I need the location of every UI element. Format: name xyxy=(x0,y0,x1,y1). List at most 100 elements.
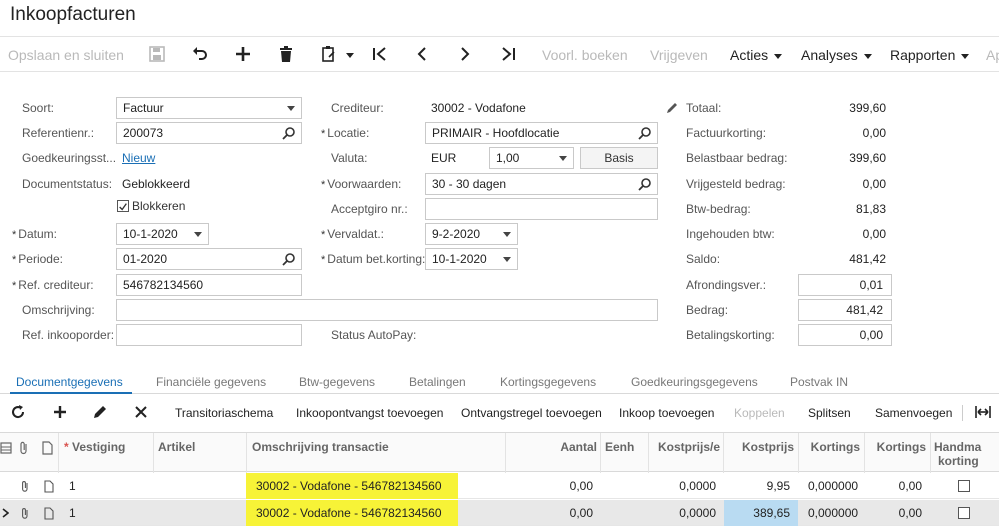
row-cost[interactable]: 389,65 xyxy=(724,506,790,520)
row-manual-discount-checkbox[interactable] xyxy=(958,480,970,492)
row-description[interactable]: 30002 - Vodafone - 546782134560 xyxy=(256,479,442,493)
row-discount-percent[interactable]: 0,000000 xyxy=(808,479,858,493)
actions-menu[interactable]: Acties xyxy=(730,47,783,63)
unit-cost-header[interactable]: Kostprijs/e xyxy=(650,440,720,454)
delete-icon[interactable] xyxy=(277,45,295,63)
manual-discount-header-1[interactable]: Handma xyxy=(934,440,981,454)
paste-icon[interactable] xyxy=(320,45,338,63)
row-description[interactable]: 30002 - Vodafone - 546782134560 xyxy=(256,506,442,520)
edit-pencil-icon[interactable] xyxy=(666,101,679,114)
add-po-button[interactable]: Inkoop toevoegen xyxy=(619,406,714,420)
payment-discount-field[interactable]: 0,00 xyxy=(798,324,892,346)
terms-label: * Voorwaarden: xyxy=(321,177,401,191)
tab-discount-details[interactable]: Kortingsgegevens xyxy=(500,375,596,389)
previous-record-icon[interactable] xyxy=(413,45,431,63)
discount-percent-header[interactable]: Kortings xyxy=(800,440,860,454)
uom-header[interactable]: Eenh xyxy=(605,440,634,454)
row-manual-discount-checkbox[interactable] xyxy=(958,507,970,519)
more-menu-cut[interactable]: Ap xyxy=(986,47,999,63)
block-checkbox[interactable] xyxy=(117,200,129,212)
manual-discount-header-2[interactable]: korting xyxy=(938,454,979,468)
reports-menu[interactable]: Rapporten xyxy=(890,47,970,63)
row-status-icon xyxy=(0,442,12,454)
last-record-icon[interactable] xyxy=(499,45,517,63)
paste-dropdown-icon[interactable] xyxy=(346,53,354,58)
search-icon[interactable] xyxy=(282,126,296,140)
rate-select[interactable]: 1,00 xyxy=(489,147,574,169)
next-record-icon[interactable] xyxy=(456,45,474,63)
rounding-field[interactable]: 0,01 xyxy=(798,274,892,296)
table-row-selected[interactable]: 1 30002 - Vodafone - 546782134560 0,00 0… xyxy=(0,500,999,526)
preview-book-button[interactable]: Voorl. boeken xyxy=(542,47,628,63)
reference-field[interactable]: 200073 xyxy=(116,122,302,144)
merge-button[interactable]: Samenvoegen xyxy=(875,406,952,420)
quantity-header[interactable]: Aantal xyxy=(505,440,597,454)
row-unit-cost[interactable]: 0,0000 xyxy=(650,506,716,520)
tab-payments[interactable]: Betalingen xyxy=(409,375,466,389)
location-field[interactable]: PRIMAIR - Hoofdlocatie xyxy=(425,122,658,144)
row-cost[interactable]: 9,95 xyxy=(724,479,790,493)
vendor-ref-field[interactable]: 546782134560 xyxy=(116,274,302,296)
row-discount-percent[interactable]: 0,000000 xyxy=(808,506,858,520)
due-date-field[interactable]: 9-2-2020 xyxy=(425,223,518,245)
basis-button[interactable]: Basis xyxy=(580,147,658,169)
row-quantity[interactable]: 0,00 xyxy=(505,479,593,493)
date-field[interactable]: 10-1-2020 xyxy=(116,223,209,245)
period-field[interactable]: 01-2020 xyxy=(116,248,302,270)
release-button[interactable]: Vrijgeven xyxy=(650,47,708,63)
tab-vat-details[interactable]: Btw-gegevens xyxy=(299,375,375,389)
edit-icon[interactable] xyxy=(92,404,108,420)
cost-header[interactable]: Kostprijs xyxy=(724,440,794,454)
search-icon[interactable] xyxy=(638,177,652,191)
refresh-icon[interactable] xyxy=(10,404,26,420)
tab-financial-details[interactable]: Financiële gegevens xyxy=(156,375,266,389)
first-record-icon[interactable] xyxy=(371,45,389,63)
add-receipt-line-button[interactable]: Ontvangstregel toevoegen xyxy=(461,406,602,420)
add-row-icon[interactable] xyxy=(52,404,68,420)
table-row[interactable]: 1 30002 - Vodafone - 546782134560 0,00 0… xyxy=(0,473,999,499)
terms-field[interactable]: 30 - 30 dagen xyxy=(425,173,658,195)
required-mark: * xyxy=(321,128,326,140)
approval-status-link[interactable]: Nieuw xyxy=(122,151,155,165)
row-branch[interactable]: 1 xyxy=(69,479,76,493)
tab-document-details[interactable]: Documentgegevens xyxy=(16,375,123,389)
add-receipt-button[interactable]: Inkoopontvangst toevoegen xyxy=(296,406,443,420)
amount-label: Bedrag: xyxy=(686,303,729,317)
analyses-menu[interactable]: Analyses xyxy=(801,47,872,63)
undo-icon[interactable] xyxy=(191,45,209,63)
location-label: * Locatie: xyxy=(321,126,369,140)
item-header[interactable]: Artikel xyxy=(158,440,195,454)
document-status-value: Geblokkeerd xyxy=(122,177,191,191)
type-select[interactable]: Factuur xyxy=(116,97,302,119)
attachment-icon[interactable] xyxy=(20,507,30,520)
discount-date-field[interactable]: 10-1-2020 xyxy=(425,248,518,270)
row-discount-amount[interactable]: 0,00 xyxy=(866,506,922,520)
save-icon[interactable] xyxy=(148,45,166,63)
amount-field[interactable]: 481,42 xyxy=(798,299,892,321)
giro-field[interactable] xyxy=(425,198,658,220)
add-icon[interactable] xyxy=(234,45,252,63)
row-discount-amount[interactable]: 0,00 xyxy=(866,479,922,493)
row-unit-cost[interactable]: 0,0000 xyxy=(650,479,716,493)
search-icon[interactable] xyxy=(638,126,652,140)
description-header[interactable]: Omschrijving transactie xyxy=(252,440,389,454)
tab-approval-details[interactable]: Goedkeuringsgegevens xyxy=(631,375,758,389)
branch-header[interactable]: * Vestiging xyxy=(64,440,125,454)
save-close-button[interactable]: Opslaan en sluiten xyxy=(8,47,124,63)
discount-amount-header[interactable]: Kortings xyxy=(866,440,926,454)
note-icon[interactable] xyxy=(44,507,54,520)
split-button[interactable]: Splitsen xyxy=(808,406,851,420)
po-ref-field[interactable] xyxy=(116,324,302,346)
search-icon[interactable] xyxy=(282,252,296,266)
delete-row-icon[interactable] xyxy=(133,404,149,420)
link-button[interactable]: Koppelen xyxy=(734,406,785,420)
attachment-icon[interactable] xyxy=(20,480,30,493)
description-field[interactable] xyxy=(116,299,658,321)
tab-inbox[interactable]: Postvak IN xyxy=(790,375,848,389)
deferral-schedule-button[interactable]: Transitoriaschema xyxy=(175,406,273,420)
row-quantity[interactable]: 0,00 xyxy=(505,506,593,520)
row-branch[interactable]: 1 xyxy=(69,506,76,520)
note-icon[interactable] xyxy=(44,480,54,493)
currency-label: Valuta: xyxy=(331,151,368,165)
fit-columns-icon[interactable] xyxy=(975,404,991,420)
